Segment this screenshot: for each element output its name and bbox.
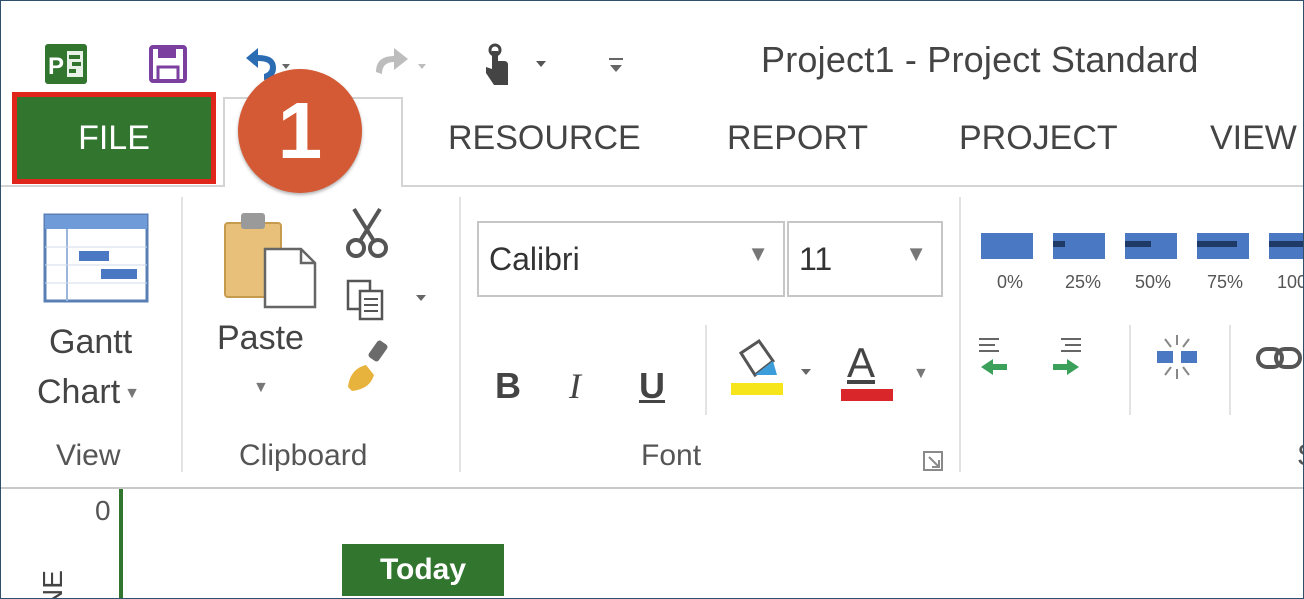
percent-25-button[interactable]: 25%	[1065, 272, 1101, 293]
save-icon[interactable]	[144, 39, 192, 89]
today-label: Today	[379, 553, 467, 586]
tab-file[interactable]: FILE	[17, 97, 211, 179]
timeline-start-line	[119, 489, 123, 598]
percent-complete-icons	[981, 227, 1303, 267]
tab-view[interactable]: VIEW	[1210, 119, 1297, 158]
chevron-down-icon: ▼	[905, 241, 927, 266]
gantt-chart-label-1[interactable]: Gantt	[49, 323, 132, 362]
paste-icon[interactable]	[221, 207, 321, 309]
font-color-letter: A	[847, 339, 876, 386]
percent-75-button[interactable]: 75%	[1207, 272, 1243, 293]
tab-resource[interactable]: RESOURCE	[448, 119, 641, 158]
font-name-value: Calibri	[489, 241, 580, 277]
underline-button[interactable]: U	[639, 365, 665, 407]
font-color-button[interactable]: A ▼	[837, 339, 933, 411]
svg-text:P: P	[48, 53, 64, 80]
ribbon-tabs: FILE RESOURCE REPORT PROJECT VIEW	[1, 95, 1303, 189]
paste-dropdown-icon[interactable]: ▼	[253, 379, 269, 397]
percent-100-button[interactable]: 100%	[1277, 272, 1303, 293]
outdent-indent-icons[interactable]	[975, 331, 1095, 387]
percent-0-button[interactable]: 0%	[997, 272, 1023, 293]
schedule-separator	[1129, 325, 1131, 415]
bold-button[interactable]: B	[495, 365, 521, 407]
italic-button[interactable]: I	[569, 365, 581, 407]
touch-mode-icon[interactable]	[479, 39, 559, 89]
format-separator	[705, 325, 707, 415]
font-name-select[interactable]: Calibri ▼	[477, 221, 785, 297]
step-badge: 1	[238, 69, 362, 193]
gantt-chart-icon[interactable]	[43, 213, 149, 303]
group-separator	[959, 197, 961, 472]
highlight-color-icon[interactable]	[725, 335, 825, 407]
gantt-dropdown-icon: ▼	[124, 385, 140, 403]
application-window: P Project1 - Project Standard FILE RESOU…	[0, 0, 1304, 599]
timeline-side-label-text: NE	[37, 570, 67, 599]
group-label-font: Font	[641, 439, 702, 472]
group-label-schedule: S	[1297, 439, 1303, 473]
font-size-select[interactable]: 11 ▼	[787, 221, 943, 297]
title-bar: P Project1 - Project Standard	[1, 1, 1303, 95]
chevron-down-icon: ▼	[747, 241, 769, 266]
group-separator	[181, 197, 183, 472]
gantt-chart-text: Chart	[37, 373, 121, 411]
timeline: 0 NE Today	[1, 489, 1303, 599]
format-painter-icon[interactable]	[344, 337, 396, 393]
link-tasks-icon[interactable]	[1255, 343, 1303, 373]
cut-icon[interactable]	[344, 205, 390, 259]
font-color-swatch	[841, 389, 893, 401]
tab-project[interactable]: PROJECT	[959, 119, 1118, 158]
step-badge-number: 1	[277, 86, 323, 175]
group-separator	[459, 197, 461, 472]
timeline-start-marker: 0	[95, 495, 111, 526]
group-label-view: View	[56, 439, 121, 472]
percent-50-button[interactable]: 50%	[1135, 272, 1171, 293]
gantt-chart-label-2[interactable]: Chart ▼	[37, 373, 140, 412]
copy-icon[interactable]	[344, 277, 434, 323]
split-task-icon[interactable]	[1155, 333, 1199, 383]
tab-report[interactable]: REPORT	[727, 119, 868, 158]
window-title: Project1 - Project Standard	[761, 39, 1199, 80]
ribbon: Gantt Chart ▼ View Paste ▼ Clipboard Cal…	[1, 187, 1303, 489]
customize-qat-icon[interactable]	[601, 39, 631, 89]
schedule-separator	[1229, 325, 1231, 415]
project-app-icon: P	[41, 39, 91, 89]
chevron-down-icon: ▼	[913, 365, 929, 382]
font-size-value: 11	[799, 241, 833, 277]
dialog-launcher-icon[interactable]	[921, 449, 945, 473]
redo-icon[interactable]	[369, 39, 433, 89]
group-label-clipboard: Clipboard	[239, 439, 368, 472]
timeline-side-label: NE	[37, 545, 67, 599]
paste-label[interactable]: Paste	[217, 319, 304, 358]
today-marker: Today	[342, 544, 504, 596]
tab-file-label: FILE	[78, 118, 150, 157]
